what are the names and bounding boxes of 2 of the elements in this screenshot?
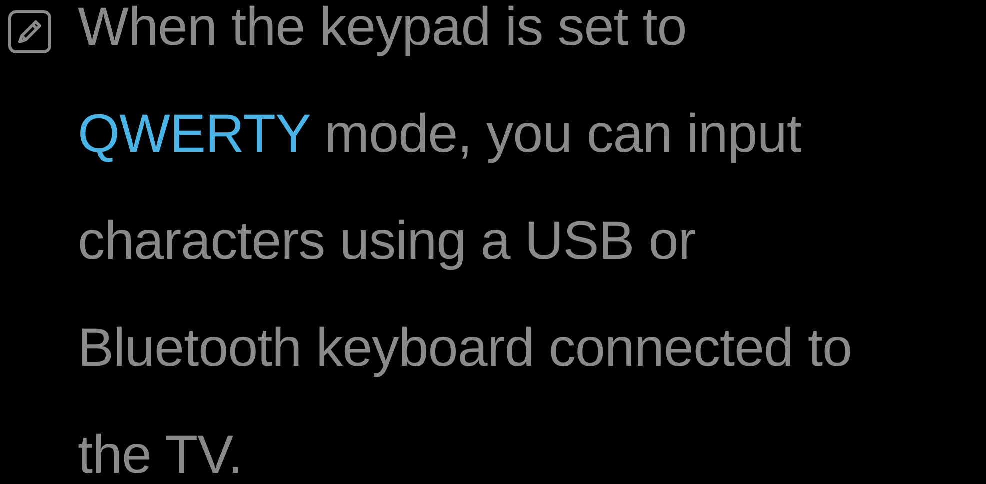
note-icon bbox=[8, 10, 52, 54]
note-text: When the keypad is set to QWERTY mode, you can input characters using a USB or Bluetooth keyboard connected to the TV. bbox=[78, 0, 852, 484]
